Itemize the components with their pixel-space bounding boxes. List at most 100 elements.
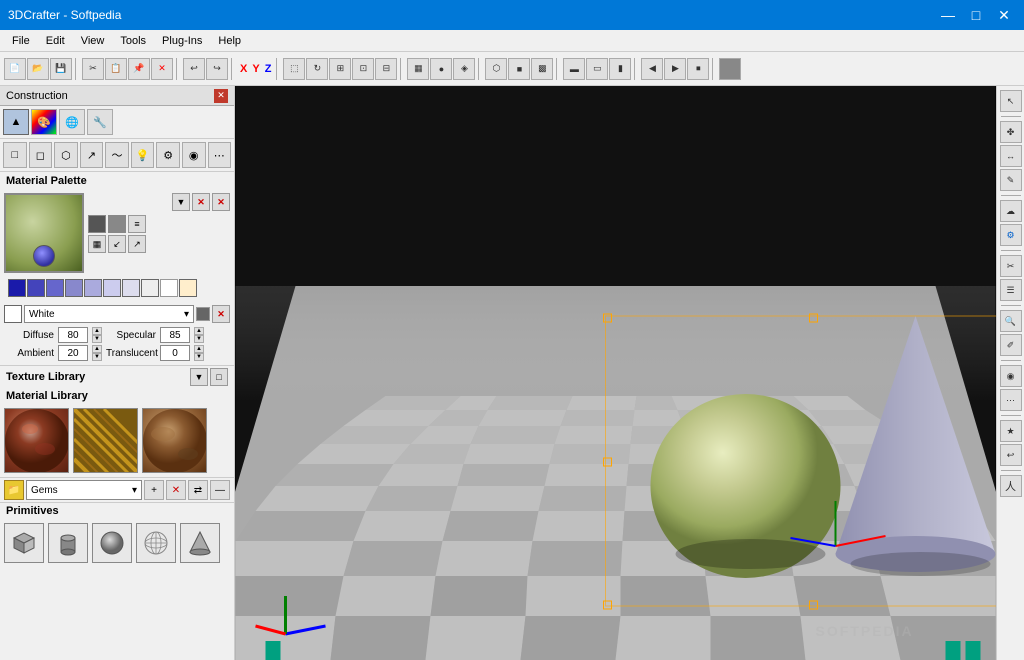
rt-snap[interactable]: ★	[1000, 420, 1022, 442]
rt-orbit[interactable]: ◉	[1000, 365, 1022, 387]
close-button[interactable]: ✕	[992, 3, 1016, 27]
tex-lib-expand[interactable]: □	[210, 368, 228, 386]
swatch-4[interactable]	[65, 279, 83, 297]
tb-solid[interactable]: ■	[508, 58, 530, 80]
swatch-gray[interactable]	[108, 215, 126, 233]
maximize-button[interactable]: □	[964, 3, 988, 27]
c-btn-color[interactable]: 🎨	[31, 109, 57, 135]
c-btn-tools[interactable]: 🔧	[87, 109, 113, 135]
c-btn-plane[interactable]: □	[3, 142, 27, 168]
tb-anim3[interactable]: ⏹	[687, 58, 709, 80]
tb-tex[interactable]: ▩	[531, 58, 553, 80]
tb-view5[interactable]: ⊟	[375, 58, 397, 80]
translucent-up[interactable]: ▲	[194, 345, 204, 353]
tb-open[interactable]: 📂	[27, 58, 49, 80]
mat-swap-btn[interactable]: ⇄	[188, 480, 208, 500]
translucent-value[interactable]: 0	[160, 345, 190, 361]
c-btn-curve[interactable]: 〜	[105, 142, 129, 168]
rt-scissors[interactable]: ✂	[1000, 255, 1022, 277]
swatch-6[interactable]	[103, 279, 121, 297]
ambient-down[interactable]: ▼	[92, 353, 102, 361]
menu-help[interactable]: Help	[210, 33, 249, 49]
mat-add-btn[interactable]: +	[144, 480, 164, 500]
swatch-9[interactable]	[160, 279, 178, 297]
viewport[interactable]: ⚙	[235, 86, 996, 660]
category-dropdown[interactable]: Gems ▾	[26, 480, 142, 500]
material-preview[interactable]	[4, 193, 84, 273]
palette-info-icon[interactable]: ✕	[212, 193, 230, 211]
rt-zoom[interactable]: 🔍	[1000, 310, 1022, 332]
c-btn-box[interactable]: ◻	[29, 142, 53, 168]
swatch-10[interactable]	[179, 279, 197, 297]
swatch-2[interactable]	[27, 279, 45, 297]
tb-paste[interactable]: 📌	[128, 58, 150, 80]
tb-view3[interactable]: ⊞	[329, 58, 351, 80]
c-btn-circle[interactable]: ◉	[182, 142, 206, 168]
tb-anim2[interactable]: ▶	[664, 58, 686, 80]
swatch-8[interactable]	[141, 279, 159, 297]
ambient-up[interactable]: ▲	[92, 345, 102, 353]
c-btn-more[interactable]: ⋯	[208, 142, 232, 168]
c-btn-gear[interactable]: ⚙	[156, 142, 180, 168]
tb-view1[interactable]: ⬚	[283, 58, 305, 80]
palette-clear-icon[interactable]: ✕	[192, 193, 210, 211]
color-name-dropdown[interactable]: White ▾	[24, 305, 194, 323]
tb-wire[interactable]: ⬡	[485, 58, 507, 80]
material-icon-3[interactable]: ↗	[128, 235, 146, 253]
tb-delete[interactable]: ✕	[151, 58, 173, 80]
primitive-cylinder[interactable]	[48, 523, 88, 563]
tex-lib-down[interactable]: ▼	[190, 368, 208, 386]
material-icon-1[interactable]: ▦	[88, 235, 106, 253]
mat-item-3[interactable]	[142, 408, 207, 473]
tb-copy[interactable]: 📋	[105, 58, 127, 80]
rt-rotate[interactable]: ↔	[1000, 145, 1022, 167]
swatch-dark[interactable]	[88, 215, 106, 233]
rt-deform[interactable]: ⚙	[1000, 224, 1022, 246]
color-clear-icon[interactable]: ✕	[212, 305, 230, 323]
primitive-cube[interactable]	[4, 523, 44, 563]
c-btn-hex[interactable]: ⬡	[54, 142, 78, 168]
tb-anim1[interactable]: ◀	[641, 58, 663, 80]
tb-render[interactable]: ●	[430, 58, 452, 80]
translucent-down[interactable]: ▼	[194, 353, 204, 361]
folder-icon[interactable]: 📁	[4, 480, 24, 500]
specular-down[interactable]: ▼	[194, 335, 204, 343]
diffuse-up[interactable]: ▲	[92, 327, 102, 335]
rt-select[interactable]: ↖	[1000, 90, 1022, 112]
primitive-grid-sphere[interactable]	[136, 523, 176, 563]
diffuse-value[interactable]: 80	[58, 327, 88, 343]
c-btn-sphere[interactable]: 🌐	[59, 109, 85, 135]
tb-obj1[interactable]: ▬	[563, 58, 585, 80]
mat-item-1[interactable]	[4, 408, 69, 473]
rt-move[interactable]: ✤	[1000, 121, 1022, 143]
c-btn-up[interactable]: ▲	[3, 109, 29, 135]
tb-obj2[interactable]: ▭	[586, 58, 608, 80]
tb-undo[interactable]: ↩	[183, 58, 205, 80]
diffuse-down[interactable]: ▼	[92, 335, 102, 343]
rt-fly[interactable]: ⋯	[1000, 389, 1022, 411]
rt-undo2[interactable]: ↩	[1000, 444, 1022, 466]
mat-minimize-btn[interactable]: —	[210, 480, 230, 500]
specular-up[interactable]: ▲	[194, 327, 204, 335]
tb-view2[interactable]: ↻	[306, 58, 328, 80]
menu-file[interactable]: File	[4, 33, 38, 49]
rt-person[interactable]: 人	[1000, 475, 1022, 497]
primitive-sphere[interactable]	[92, 523, 132, 563]
tb-view4[interactable]: ⊡	[352, 58, 374, 80]
tb-redo[interactable]: ↪	[206, 58, 228, 80]
tb-grid[interactable]: ▦	[407, 58, 429, 80]
color-swatch-icon[interactable]	[196, 307, 210, 321]
swatch-5[interactable]	[84, 279, 102, 297]
menu-tools[interactable]: Tools	[112, 33, 154, 49]
menu-plugins[interactable]: Plug-Ins	[154, 33, 210, 49]
rt-pan[interactable]: ✐	[1000, 334, 1022, 356]
swatch-1[interactable]	[8, 279, 26, 297]
material-icon-2[interactable]: ↙	[108, 235, 126, 253]
menu-view[interactable]: View	[73, 33, 113, 49]
c-btn-light[interactable]: 💡	[131, 142, 155, 168]
ambient-value[interactable]: 20	[58, 345, 88, 361]
color-swatch-main[interactable]	[4, 305, 22, 323]
rt-scale[interactable]: ✎	[1000, 169, 1022, 191]
rt-paint[interactable]: ☁	[1000, 200, 1022, 222]
tb-new[interactable]: 📄	[4, 58, 26, 80]
